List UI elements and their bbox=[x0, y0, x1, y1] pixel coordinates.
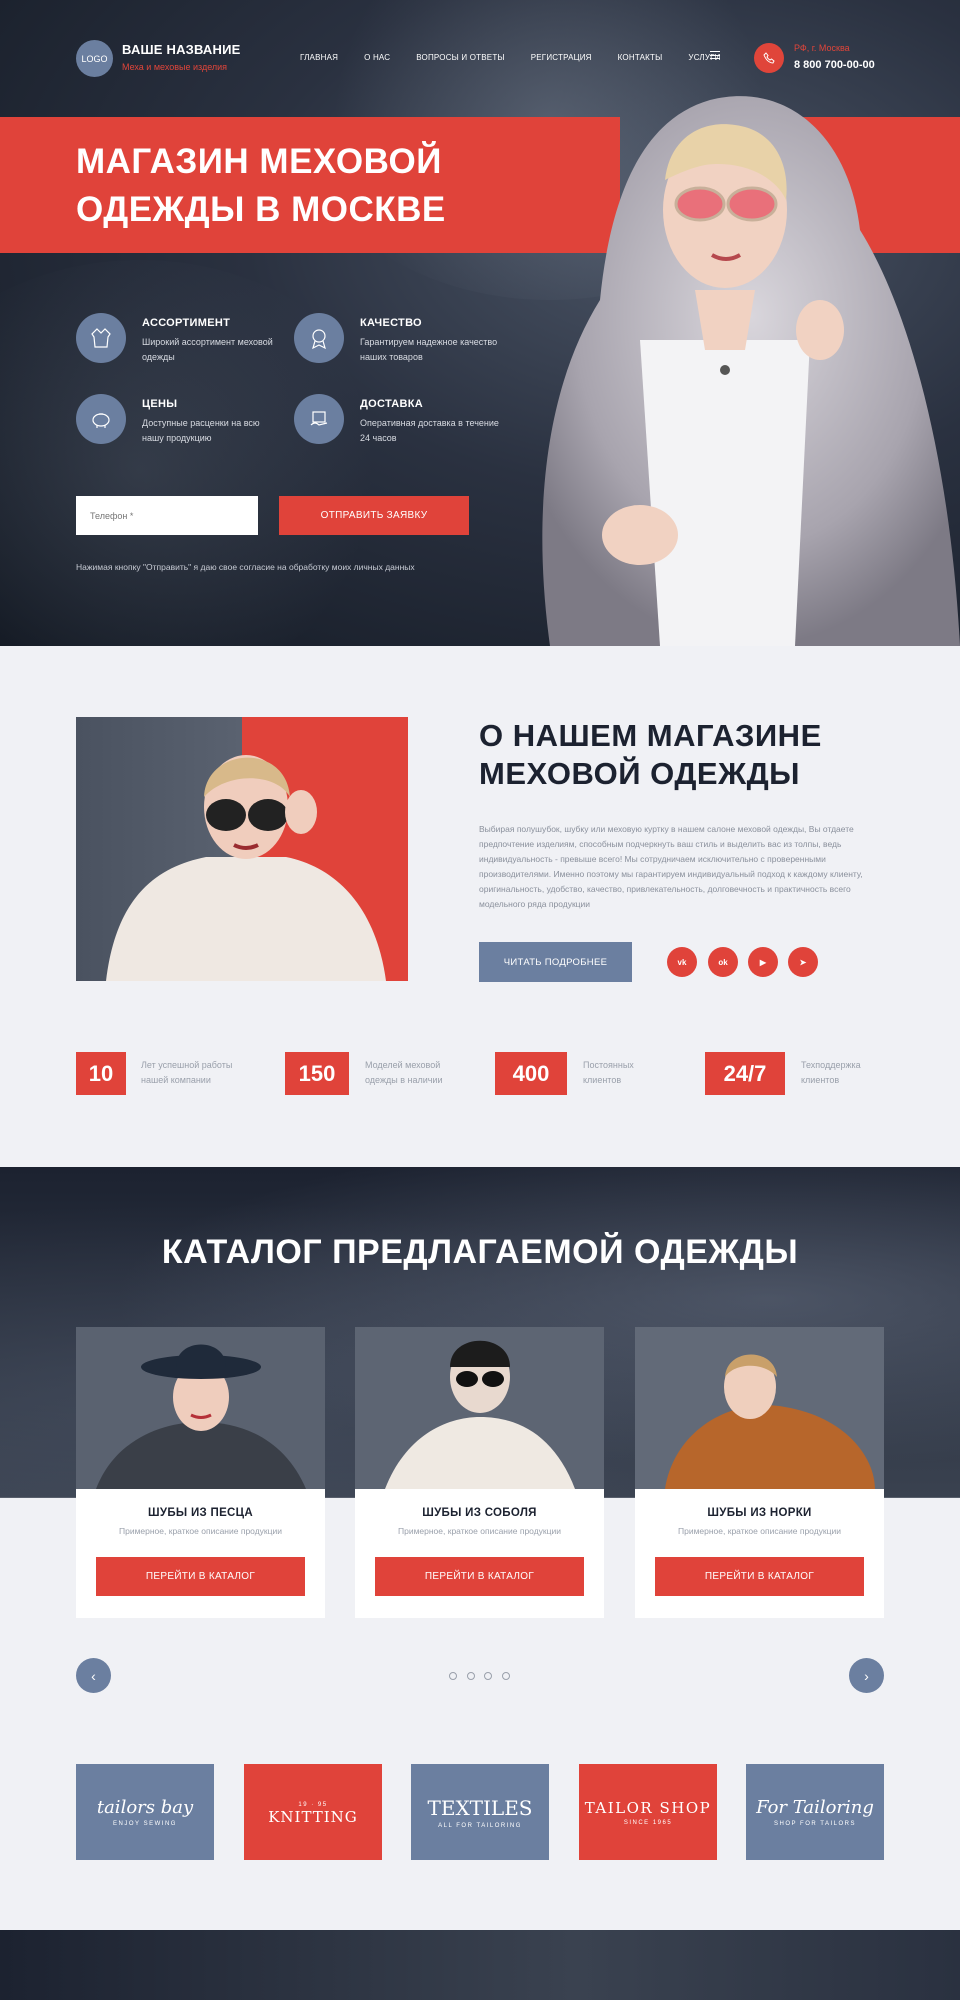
phone-field[interactable] bbox=[76, 496, 258, 535]
partner-sub: ALL FOR TAILORING bbox=[438, 1822, 522, 1829]
footer-band bbox=[0, 1930, 960, 2000]
feature-title: АССОРТИМЕНТ bbox=[142, 317, 231, 329]
catalog-card-arctic-fox: ШУБЫ ИЗ ПЕСЦА Примерное, краткое описани… bbox=[76, 1327, 325, 1618]
partner-sub: ENJOY SEWING bbox=[113, 1821, 177, 1827]
coat-icon bbox=[76, 313, 126, 363]
stat-label: Лет успешной работы нашей компании bbox=[141, 1060, 233, 1085]
delivery-icon bbox=[294, 394, 344, 444]
card-photo bbox=[635, 1327, 884, 1489]
telegram-icon[interactable]: ➤ bbox=[788, 947, 818, 977]
stat-value: 10 bbox=[76, 1052, 126, 1095]
stat-label: Моделей меховой одежды в наличии bbox=[365, 1060, 443, 1085]
feature-desc: Оперативная доставка в течение 24 часов bbox=[360, 418, 499, 443]
phone-icon[interactable] bbox=[754, 43, 784, 73]
nav-about[interactable]: О НАС bbox=[364, 53, 390, 62]
vk-icon[interactable]: vk bbox=[667, 947, 697, 977]
catalog-card-mink: ШУБЫ ИЗ НОРКИ Примерное, краткое описани… bbox=[635, 1327, 884, 1618]
stat-value: 24/7 bbox=[705, 1052, 785, 1095]
go-to-catalog-button[interactable]: ПЕРЕЙТИ В КАТАЛОГ bbox=[96, 1557, 305, 1596]
partner-logo-textiles[interactable]: TEXTILES ALL FOR TAILORING bbox=[411, 1764, 549, 1860]
partner-logo-tailors-bay[interactable]: tailors bay ENJOY SEWING bbox=[76, 1764, 214, 1860]
card-title: ШУБЫ ИЗ НОРКИ bbox=[707, 1507, 812, 1519]
card-title: ШУБЫ ИЗ СОБОЛЯ bbox=[422, 1507, 537, 1519]
card-title: ШУБЫ ИЗ ПЕСЦА bbox=[148, 1507, 253, 1519]
brand-name: ВАШЕ НАЗВАНИЕ bbox=[122, 42, 241, 57]
ok-icon[interactable]: ok bbox=[708, 947, 738, 977]
carousel-dot[interactable] bbox=[484, 1672, 492, 1680]
consent-text: Нажимая кнопку "Отправить" я даю свое со… bbox=[76, 562, 415, 572]
carousel-dot[interactable] bbox=[502, 1672, 510, 1680]
phone-number[interactable]: 8 800 700-00-00 bbox=[794, 59, 875, 71]
chevron-right-icon[interactable]: › bbox=[849, 1658, 884, 1693]
feature-title: ЦЕНЫ bbox=[142, 398, 178, 410]
feature-title: ДОСТАВКА bbox=[360, 398, 424, 410]
partner-name: KNITTING bbox=[268, 1807, 358, 1826]
card-photo bbox=[355, 1327, 604, 1489]
partner-name: TEXTILES bbox=[427, 1795, 533, 1820]
partner-logo-tailor-shop[interactable]: TAILOR SHOP SINCE 1965 bbox=[579, 1764, 717, 1860]
catalog-card-sable: ШУБЫ ИЗ СОБОЛЯ Примерное, краткое описан… bbox=[355, 1327, 604, 1618]
card-desc: Примерное, краткое описание продукции bbox=[118, 1526, 282, 1536]
card-photo bbox=[76, 1327, 325, 1489]
stat-label: Постоянных клиентов bbox=[583, 1060, 634, 1085]
partner-logo-for-tailoring[interactable]: For Tailoring SHOP FOR TAILORS bbox=[746, 1764, 884, 1860]
about-image bbox=[76, 717, 408, 981]
card-desc: Примерное, краткое описание продукции bbox=[397, 1526, 561, 1536]
brand-tagline: Меха и меховые изделия bbox=[122, 62, 228, 72]
partner-sub: SINCE 1965 bbox=[623, 1819, 673, 1826]
feature-desc: Доступные расценки на всю нашу продукцию bbox=[142, 418, 260, 443]
carousel-dot[interactable] bbox=[449, 1672, 457, 1680]
youtube-icon[interactable]: ▶ bbox=[748, 947, 778, 977]
nav-home[interactable]: ГЛАВНАЯ bbox=[300, 53, 338, 62]
about-title: О НАШЕМ МАГАЗИНЕ МЕХОВОЙ ОДЕЖДЫ bbox=[479, 718, 822, 791]
about-text: Выбирая полушубок, шубку или меховую кур… bbox=[479, 824, 863, 909]
nav-register[interactable]: РЕГИСТРАЦИЯ bbox=[531, 53, 592, 62]
stat-value: 400 bbox=[495, 1052, 567, 1095]
main-nav: ГЛАВНАЯ О НАС ВОПРОСЫ И ОТВЕТЫ РЕГИСТРАЦ… bbox=[300, 53, 747, 62]
partner-name: tailors bay bbox=[96, 1797, 194, 1818]
hero-title: МАГАЗИН МЕХОВОЙ ОДЕЖДЫ В МОСКВЕ bbox=[76, 142, 446, 229]
piggy-bank-icon bbox=[76, 394, 126, 444]
hamburger-icon[interactable] bbox=[710, 51, 720, 59]
logo[interactable]: LOGO bbox=[76, 40, 113, 77]
feature-desc: Широкий ассортимент меховой одежды bbox=[142, 337, 273, 362]
partner-name: TAILOR SHOP bbox=[584, 1798, 712, 1817]
card-desc: Примерное, краткое описание продукции bbox=[677, 1526, 841, 1536]
partner-logo-knitting[interactable]: 19 · 95 KNITTING bbox=[244, 1764, 382, 1860]
submit-request-button[interactable]: ОТПРАВИТЬ ЗАЯВКУ bbox=[279, 496, 469, 535]
nav-contacts[interactable]: КОНТАКТЫ bbox=[618, 53, 663, 62]
nav-faq[interactable]: ВОПРОСЫ И ОТВЕТЫ bbox=[416, 53, 504, 62]
partner-name: For Tailoring bbox=[756, 1797, 874, 1818]
feature-title: КАЧЕСТВО bbox=[360, 317, 422, 329]
carousel-dot[interactable] bbox=[467, 1672, 475, 1680]
hero-section: LOGO ВАШЕ НАЗВАНИЕ Меха и меховые издели… bbox=[0, 0, 960, 646]
stat-label: Техподдержка клиентов bbox=[801, 1060, 861, 1085]
go-to-catalog-button[interactable]: ПЕРЕЙТИ В КАТАЛОГ bbox=[655, 1557, 864, 1596]
partner-sub: SHOP FOR TAILORS bbox=[773, 1821, 856, 1827]
read-more-button[interactable]: ЧИТАТЬ ПОДРОБНЕЕ bbox=[479, 942, 632, 982]
stat-value: 150 bbox=[285, 1052, 349, 1095]
medal-icon bbox=[294, 313, 344, 363]
feature-desc: Гарантируем надежное качество наших това… bbox=[360, 337, 498, 362]
chevron-left-icon[interactable]: ‹ bbox=[76, 1658, 111, 1693]
go-to-catalog-button[interactable]: ПЕРЕЙТИ В КАТАЛОГ bbox=[375, 1557, 584, 1596]
catalog-title: КАТАЛОГ ПРЕДЛАГАЕМОЙ ОДЕЖДЫ bbox=[161, 1233, 799, 1271]
phone-city: РФ, г. Москва bbox=[794, 43, 850, 53]
